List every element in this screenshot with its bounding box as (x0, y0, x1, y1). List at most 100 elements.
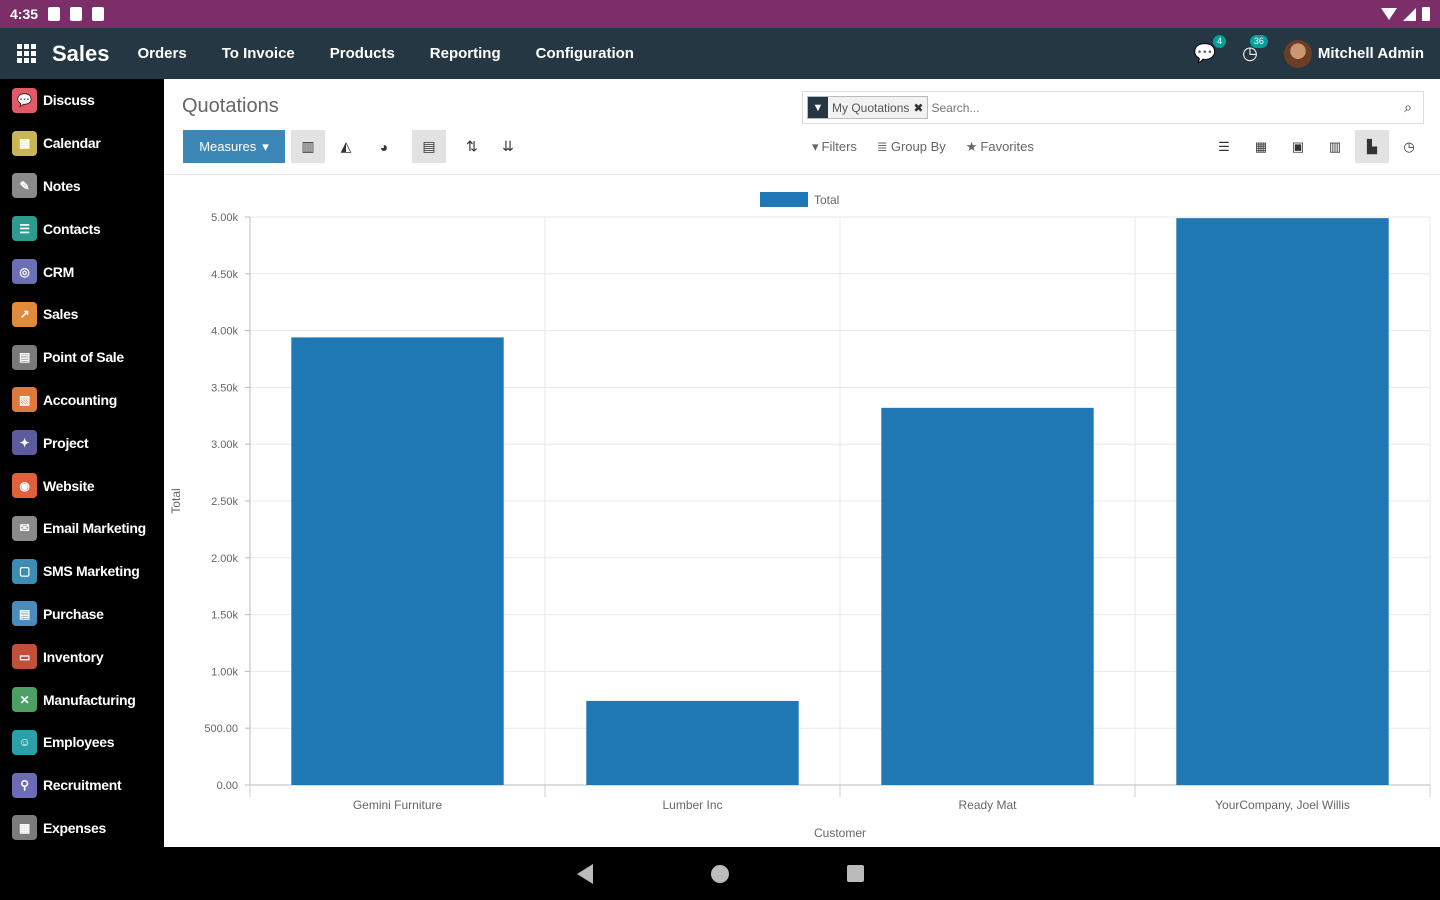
inventory-icon: ▭ (12, 644, 37, 670)
sd-card-icon (70, 7, 83, 21)
sidebar-item-label: Purchase (43, 605, 104, 622)
x-tick-label: YourCompany, Joel Willis (1215, 798, 1350, 812)
activities-clock-icon[interactable]: ◷ 36 (1242, 35, 1268, 64)
legend-label: Total (814, 193, 839, 207)
filters-label: Filters (821, 138, 857, 154)
sidebar-item-recruitment[interactable]: ⚲ Recruitment (0, 764, 164, 807)
sidebar-item-crm[interactable]: ◎ CRM (0, 250, 164, 293)
sort-descending-icon[interactable]: ⇊ (491, 130, 525, 163)
sidebar-item-email-marketing[interactable]: ✉ Email Marketing (0, 507, 164, 550)
filter-icon: ▾ (812, 138, 819, 154)
search-icon[interactable]: ⌕ (1393, 99, 1423, 116)
sidebar-item-purchase[interactable]: ▤ Purchase (0, 593, 164, 636)
sidebar-item-label: Project (43, 434, 89, 451)
sidebar-item-sms-marketing[interactable]: ▢ SMS Marketing (0, 550, 164, 593)
activity-view-icon[interactable]: ◷ (1392, 130, 1426, 163)
group-by-button[interactable]: ≣ Group By (877, 139, 946, 155)
y-tick-label: 5.00k (211, 212, 238, 224)
breadcrumb: Quotations (182, 95, 279, 117)
sidebar-item-label: Website (43, 477, 95, 494)
back-icon[interactable] (576, 863, 593, 884)
bar (881, 407, 1094, 785)
app-title[interactable]: Sales (52, 41, 110, 67)
control-panel: Quotations Measures ▾ ▥ ◭ ◕ ▤ ⇅ ⇊ ▼ My Q… (164, 79, 1440, 175)
sidebar-item-label: Notes (43, 177, 81, 194)
pie-chart-icon[interactable]: ◕ (367, 130, 401, 163)
recents-icon[interactable] (846, 865, 864, 882)
y-tick-label: 4.50k (211, 269, 238, 281)
sidebar-item-website[interactable]: ◉ Website (0, 464, 164, 507)
list-view-icon[interactable]: ☰ (1207, 130, 1241, 163)
menu-reporting[interactable]: Reporting (430, 45, 501, 62)
sidebar-item-label: Recruitment (43, 777, 122, 794)
stacked-icon[interactable]: ▤ (412, 130, 446, 163)
favorites-button[interactable]: ★ Favorites (966, 139, 1034, 155)
main-navbar: Sales Orders To Invoice Products Reporti… (0, 28, 1440, 79)
sidebar-item-notes[interactable]: ✎ Notes (0, 165, 164, 208)
sidebar-item-label: Accounting (43, 391, 117, 408)
kanban-view-icon[interactable]: ▦ (1244, 130, 1278, 163)
sidebar-item-label: CRM (43, 263, 74, 280)
line-chart-icon[interactable]: ◭ (329, 130, 363, 163)
graph-view: 0.00 500.00 1.00k 1.50k 2.00k 2.50k 3.00k 3.50k… (164, 175, 1440, 847)
favorites-label: Favorites (980, 138, 1034, 154)
notification-icon (48, 7, 61, 21)
y-axis-title: Total (169, 488, 183, 513)
sidebar-item-discuss[interactable]: 💬 Discuss (0, 79, 164, 122)
menu-orders[interactable]: Orders (138, 45, 187, 62)
sidebar-item-accounting[interactable]: ▧ Accounting (0, 379, 164, 422)
y-tick-label: 2.50k (211, 496, 238, 508)
recruitment-icon: ⚲ (12, 772, 37, 798)
measures-button[interactable]: Measures ▾ (183, 130, 285, 163)
user-menu[interactable]: Mitchell Admin (1283, 39, 1424, 68)
star-icon: ★ (965, 138, 978, 154)
calendar-view-icon[interactable]: ▣ (1281, 130, 1315, 163)
menu-products[interactable]: Products (330, 45, 395, 62)
sidebar-item-sales[interactable]: ↗ Sales (0, 293, 164, 336)
sidebar-item-point-of-sale[interactable]: ▤ Point of Sale (0, 336, 164, 379)
pivot-view-icon[interactable]: ▥ (1318, 130, 1352, 163)
point-of-sale-icon: ▤ (12, 344, 37, 370)
remove-facet-icon[interactable]: ✖ (913, 101, 927, 115)
sidebar-item-employees[interactable]: ☺ Employees (0, 721, 164, 764)
menu-configuration[interactable]: Configuration (536, 45, 634, 62)
sidebar-item-contacts[interactable]: ☰ Contacts (0, 207, 164, 250)
clock: 4:35 (10, 6, 39, 22)
calendar-icon: ▦ (12, 130, 37, 156)
sidebar-item-label: Point of Sale (43, 349, 124, 366)
sidebar-item-label: SMS Marketing (43, 563, 140, 580)
search-facet[interactable]: ▼ My Quotations ✖ (807, 96, 929, 119)
sidebar-item-project[interactable]: ✦ Project (0, 421, 164, 464)
bar-chart: 0.00 500.00 1.00k 1.50k 2.00k 2.50k 3.00k 3.50k… (169, 192, 1431, 840)
y-tick-label: 4.00k (211, 326, 238, 338)
bar-chart-icon[interactable]: ▥ (291, 130, 325, 163)
contacts-icon: ☰ (12, 216, 37, 242)
sidebar-item-expenses[interactable]: ▦ Expenses (0, 807, 164, 850)
graph-view-icon[interactable]: ▙ (1355, 130, 1389, 163)
menu-to-invoice[interactable]: To Invoice (222, 45, 295, 62)
messages-badge: 4 (1213, 35, 1227, 48)
filters-button[interactable]: ▾ Filters (812, 139, 857, 155)
legend-swatch (760, 192, 808, 207)
sort-icon[interactable]: ⇅ (455, 130, 489, 163)
storage-icon (92, 7, 105, 21)
sidebar-item-calendar[interactable]: ▦ Calendar (0, 122, 164, 165)
y-tick-label: 1.50k (211, 610, 238, 622)
sidebar-item-label: Sales (43, 306, 79, 323)
search-input[interactable] (931, 100, 1393, 115)
sidebar-item-label: Expenses (43, 819, 106, 836)
home-icon[interactable] (710, 864, 729, 883)
crm-icon: ◎ (12, 259, 37, 285)
messages-icon[interactable]: 💬 4 (1194, 35, 1227, 64)
sidebar-item-label: Manufacturing (43, 691, 136, 708)
email-marketing-icon: ✉ (12, 515, 37, 541)
sidebar-item-label: Discuss (43, 92, 95, 109)
avatar (1283, 39, 1312, 68)
sidebar-item-label: Inventory (43, 648, 104, 665)
signal-icon (1403, 7, 1416, 21)
sidebar-item-inventory[interactable]: ▭ Inventory (0, 635, 164, 678)
sidebar-item-manufacturing[interactable]: ✕ Manufacturing (0, 678, 164, 721)
app-menu-icon[interactable] (0, 28, 52, 79)
android-status-bar: 4:35 (0, 0, 1440, 28)
y-tick-label: 3.00k (211, 439, 238, 451)
